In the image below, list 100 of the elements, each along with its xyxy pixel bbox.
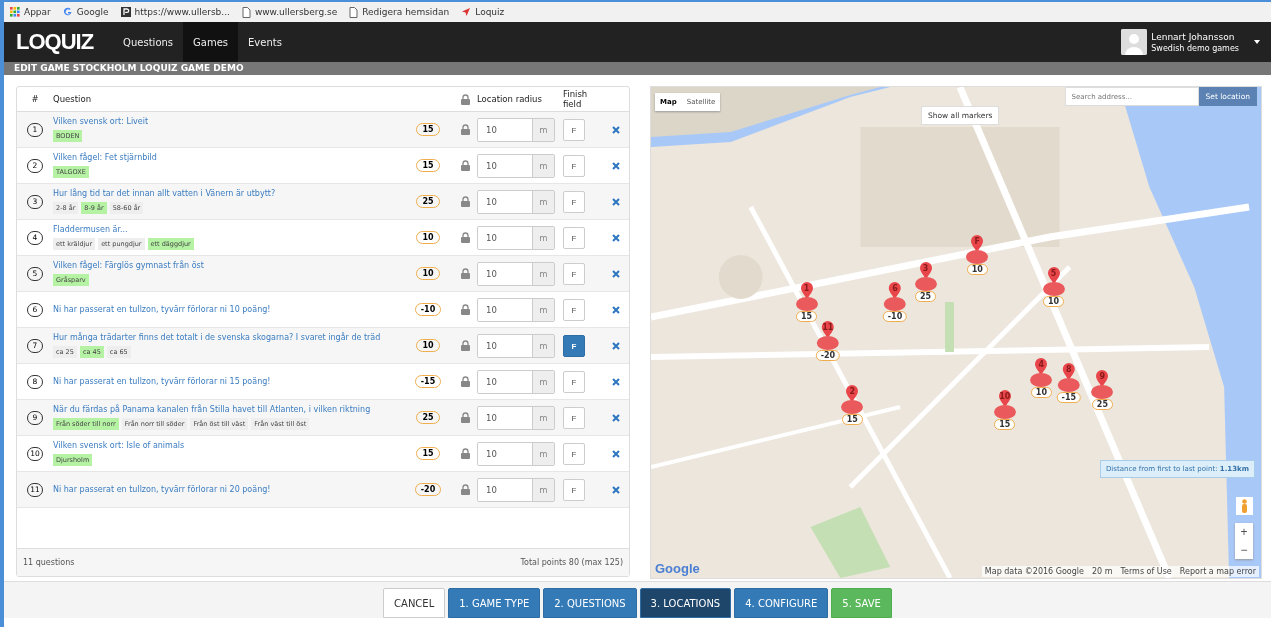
radius-field[interactable]: 10 m	[477, 477, 555, 502]
radius-field[interactable]: 10 m	[477, 333, 555, 358]
finish-toggle[interactable]: F	[563, 407, 585, 430]
finish-toggle[interactable]: F	[563, 299, 585, 322]
finish-toggle[interactable]: F	[563, 479, 585, 502]
column-header: Location radius	[477, 94, 543, 104]
radius-field[interactable]: 10 m	[477, 441, 555, 466]
radius-input[interactable]: 10	[478, 334, 532, 357]
attribution-text: Map data ©2016 Google	[984, 567, 1084, 576]
radius-field[interactable]: 10 m	[477, 405, 555, 430]
bookmark-link[interactable]: Redigera hemsidan	[362, 7, 450, 17]
question-link[interactable]: Fladdermusen är...	[53, 225, 403, 234]
radius-input[interactable]: 10	[478, 118, 532, 141]
user-name: Lennart Johansson	[1151, 31, 1236, 42]
delete-icon[interactable]	[612, 377, 620, 386]
finish-toggle[interactable]: F	[563, 371, 585, 394]
question-link[interactable]: Ni har passerat en tullzon, tyvärr förlorar ni 10 poäng!	[53, 305, 403, 314]
delete-icon[interactable]	[612, 161, 620, 170]
lock-icon	[460, 268, 470, 279]
delete-icon[interactable]	[612, 341, 620, 350]
lock-icon	[460, 160, 470, 171]
radius-field[interactable]: 10 m	[477, 369, 555, 394]
finish-toggle[interactable]: F	[563, 155, 585, 178]
page-title: EDIT GAME STOCKHOLM LOQUIZ GAME DEMO	[4, 62, 1271, 75]
google-icon	[62, 7, 73, 17]
step-tab[interactable]: 4. CONFIGURE	[734, 588, 829, 618]
radius-field[interactable]: 10 m	[477, 297, 555, 322]
step-tab[interactable]: 3. LOCATIONS	[639, 588, 732, 618]
page-icon	[349, 6, 359, 18]
finish-toggle[interactable]: F	[563, 119, 585, 142]
bookmark-link[interactable]: Loquiz	[475, 7, 505, 17]
points-badge: -15	[1056, 391, 1082, 403]
finish-toggle[interactable]: F	[563, 263, 585, 286]
bookmark-link[interactable]: Google	[76, 7, 109, 17]
delete-icon[interactable]	[612, 413, 620, 422]
map-link[interactable]: Report a map error	[1179, 567, 1256, 576]
radius-field[interactable]: 10 m	[477, 189, 555, 214]
radius-field[interactable]: 10 m	[477, 117, 555, 142]
lock-icon	[460, 340, 470, 351]
step-tab[interactable]: 1. GAME TYPE	[448, 588, 541, 618]
radius-field[interactable]: 10 m	[477, 153, 555, 178]
step-tab[interactable]: 2. QUESTIONS	[543, 588, 637, 618]
points-badge: 10	[966, 264, 988, 276]
unit-label: m	[532, 118, 554, 141]
finish-toggle[interactable]: F	[563, 443, 585, 466]
lock-icon	[460, 232, 470, 243]
question-link[interactable]: Vilken fågel: Färglös gymnast från öst	[53, 261, 403, 270]
bookmark-link[interactable]: Appar	[24, 7, 51, 17]
radius-input[interactable]: 10	[478, 478, 532, 501]
radius-input[interactable]: 10	[478, 406, 532, 429]
google-logo: Google	[655, 561, 700, 576]
radius-field[interactable]: 10 m	[477, 261, 555, 286]
zoom-in-button[interactable]: +	[1235, 523, 1253, 541]
finish-toggle[interactable]: F	[563, 227, 585, 250]
question-link[interactable]: När du färdas på Panama kanalen från Stilla havet till Atlanten, i vilken riktning	[53, 405, 403, 414]
question-link[interactable]: Hur många trädarter finns det totalt i de svenska skogarna? I svaret ingår de träd	[53, 333, 403, 342]
lock-icon	[460, 448, 470, 459]
finish-toggle[interactable]: F	[563, 335, 585, 358]
question-link[interactable]: Hur lång tid tar det innan allt vatten i Vänern är utbytt?	[53, 189, 403, 198]
points-badge: -20	[815, 350, 841, 362]
unit-label: m	[532, 262, 554, 285]
lock-icon	[460, 412, 470, 423]
lock-icon	[460, 196, 470, 207]
radius-input[interactable]: 10	[478, 262, 532, 285]
question-link[interactable]: Vilken svensk ort: Liveit	[53, 117, 403, 126]
zoom-out-button[interactable]: −	[1235, 541, 1253, 559]
nav-tab[interactable]: Games	[183, 22, 239, 62]
radius-field[interactable]: 10 m	[477, 225, 555, 250]
points-badge: -10	[882, 310, 908, 322]
arrow-icon	[461, 7, 472, 17]
attribution-text: 20 m	[1091, 567, 1113, 576]
nav-tab[interactable]: Events	[238, 22, 292, 62]
question-link[interactable]: Vilken svensk ort: Isle of animals	[53, 441, 403, 450]
unit-label: m	[532, 298, 554, 321]
bookmark-link[interactable]: www.ullersberg.se	[254, 7, 338, 17]
caret-icon[interactable]	[1253, 39, 1261, 45]
finish-toggle[interactable]: F	[563, 191, 585, 214]
column-header: Question	[53, 94, 93, 104]
map-link[interactable]: Terms of Use	[1120, 567, 1172, 576]
question-link[interactable]: Vilken fågel: Fet stjärnbild	[53, 153, 403, 162]
question-link[interactable]: Ni har passerat en tullzon, tyvärr förlorar ni 15 poäng!	[53, 377, 403, 386]
question-link[interactable]: Ni har passerat en tullzon, tyvärr förlorar ni 20 poäng!	[53, 485, 403, 494]
delete-icon[interactable]	[612, 233, 620, 242]
unit-label: m	[532, 190, 554, 213]
nav-tab[interactable]: Questions	[113, 22, 184, 62]
delete-icon[interactable]	[612, 485, 620, 494]
cancel-button[interactable]: CANCEL	[383, 588, 446, 618]
lock-icon	[460, 304, 470, 315]
delete-icon[interactable]	[612, 449, 620, 458]
column-header: #	[30, 94, 40, 104]
lock-icon	[460, 484, 470, 495]
delete-icon[interactable]	[612, 305, 620, 314]
unit-label: m	[532, 226, 554, 249]
delete-icon[interactable]	[612, 125, 620, 134]
points-badge: 15	[841, 414, 863, 426]
delete-icon[interactable]	[612, 269, 620, 278]
bookmark-link[interactable]: https://www.ullersb...	[134, 7, 230, 17]
radius-input[interactable]: 10	[478, 190, 532, 213]
user-subtitle: Swedish demo games	[1151, 43, 1239, 53]
delete-icon[interactable]	[612, 197, 620, 206]
